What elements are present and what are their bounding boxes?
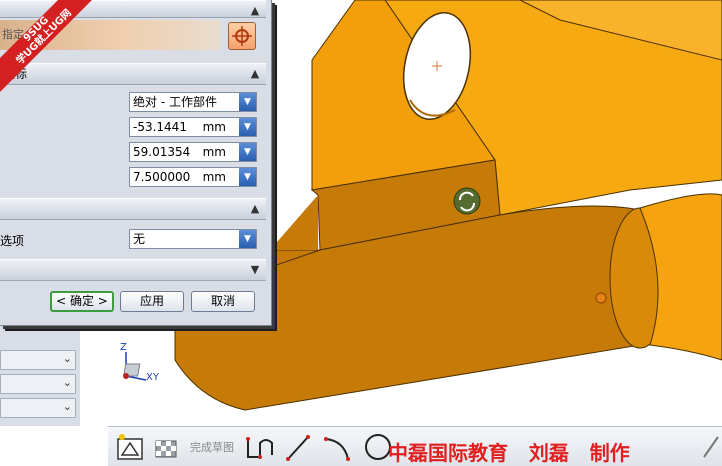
options-label: 选项 [0,234,25,248]
side-row-2[interactable]: ⌄ [0,374,76,394]
point-marker-icon [595,292,607,304]
collapse-icon[interactable]: ▲ [246,200,264,218]
arc-icon[interactable] [324,437,350,461]
more-settings-header[interactable]: ▼ [0,259,266,281]
y-unit: mm [202,145,226,159]
associativity-header[interactable]: ▲ [0,198,266,220]
finish-sketch-label[interactable]: 完成草图 [190,439,234,455]
collapse-icon[interactable]: ▲ [246,65,264,83]
collapse-icon[interactable]: ▲ [246,2,264,20]
cancel-button[interactable]: 取消 [191,291,255,312]
dropdown-arrow-icon[interactable]: ▼ [239,93,256,111]
x-value: -53.1441 [133,120,187,134]
options-select[interactable]: 无 ▼ [129,229,257,249]
coordinates-header[interactable]: 坐标 ▲ [0,63,266,85]
side-row-3[interactable]: ⌄ [0,398,76,418]
crosshair-icon [232,26,252,46]
x-coordinate-field[interactable]: -53.1441 mm ▼ [129,117,257,137]
dropdown-arrow-icon[interactable]: ▼ [239,230,256,248]
z-unit: mm [202,170,226,184]
chevron-down-icon: ⌄ [62,400,72,413]
side-row-1[interactable]: ⌄ [0,350,76,370]
rotate-cursor-icon [453,187,481,215]
line-icon[interactable] [286,435,310,461]
triad-z-label: Z [120,342,127,353]
dropdown-arrow-icon[interactable]: ▼ [239,143,256,161]
z-coordinate-field[interactable]: 7.500000 mm ▼ [129,167,257,187]
options-value: 无 [133,232,146,246]
coordinate-triad: Z XY [112,340,162,390]
watermark-text: 中磊国际教育 刘磊 制作 [388,441,630,465]
chevron-down-icon: ⌄ [62,352,72,365]
reference-select[interactable]: 绝对 - 工作部件 ▼ [129,92,257,112]
point-picker-button[interactable] [228,22,256,50]
z-value: 7.500000 [133,170,191,184]
more-tools-icon[interactable] [703,436,719,458]
dropdown-arrow-icon[interactable]: ▼ [239,118,256,136]
dropdown-arrow-icon[interactable]: ▼ [239,168,256,186]
finish-sketch-icon[interactable] [155,440,177,458]
profile-icon[interactable] [246,437,273,459]
reference-value: 绝对 - 工作部件 [133,95,217,109]
ok-button[interactable]: < 确定 > [50,291,114,312]
y-value: 59.01354 [133,145,191,159]
sketch-icon[interactable] [117,434,143,460]
specify-point-header[interactable]: ▲ [0,0,266,18]
circle-icon[interactable] [365,434,391,460]
y-coordinate-field[interactable]: 59.01354 mm ▼ [129,142,257,162]
chevron-down-icon: ⌄ [62,376,72,389]
apply-button[interactable]: 应用 [120,291,184,312]
triad-xy-label: XY [146,372,159,383]
expand-icon[interactable]: ▼ [246,261,264,279]
x-unit: mm [202,120,226,134]
side-panel: ⌄ ⌄ ⌄ [0,326,80,426]
